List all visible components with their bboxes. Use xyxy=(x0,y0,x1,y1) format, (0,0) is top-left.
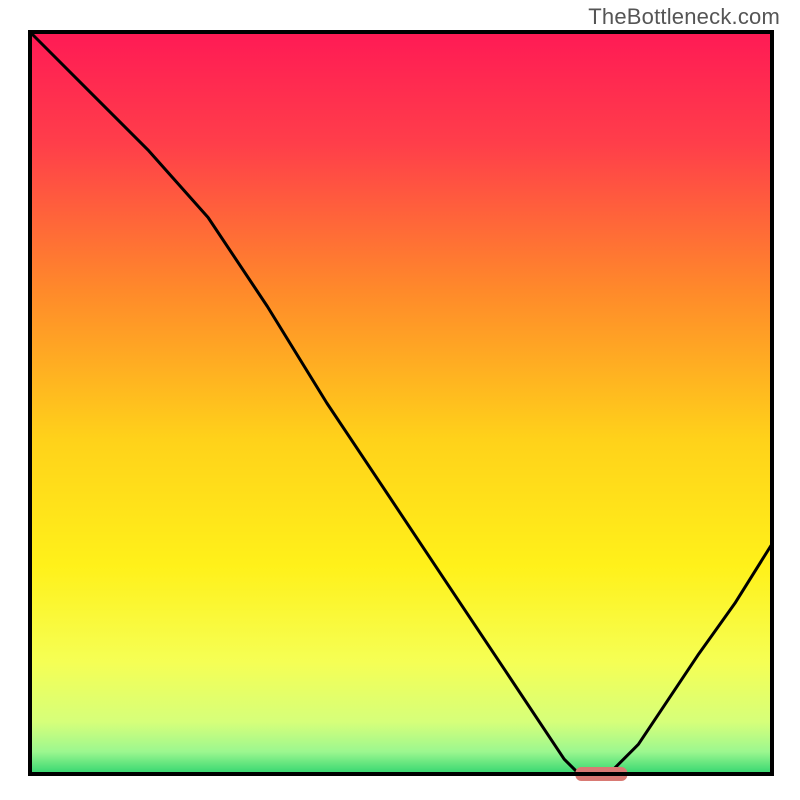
watermark-text: TheBottleneck.com xyxy=(588,4,780,30)
chart-container: { "watermark": "TheBottleneck.com", "cha… xyxy=(0,0,800,800)
bottleneck-chart xyxy=(0,0,800,800)
